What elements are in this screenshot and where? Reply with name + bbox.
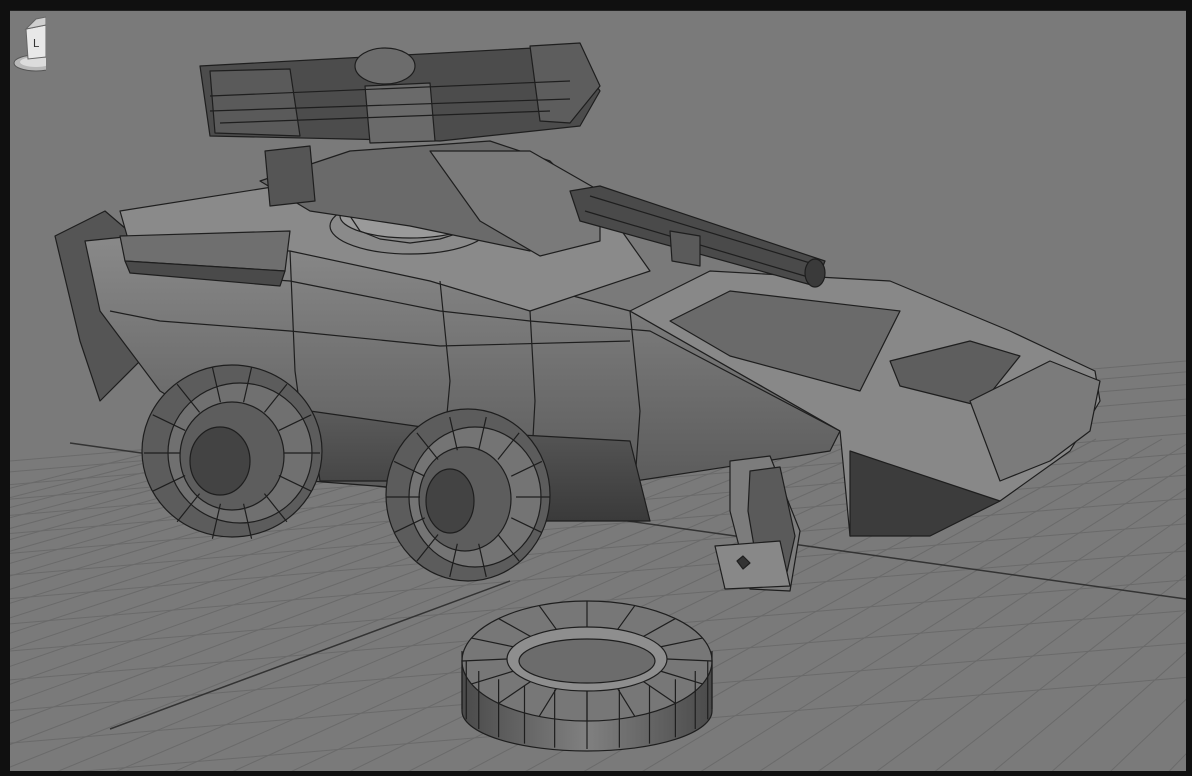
app-window: L — [0, 0, 1192, 776]
grid-line — [1168, 753, 1186, 771]
loose-tire-mesh[interactable] — [461, 600, 713, 752]
middle-wheel-mesh[interactable] — [385, 408, 551, 582]
front-wheel-mesh[interactable] — [141, 364, 323, 539]
viewcube-face-label: L — [33, 37, 40, 50]
grid-line — [1110, 698, 1186, 771]
perspective-viewport[interactable]: L — [10, 10, 1186, 771]
grid-axis-line — [109, 580, 511, 730]
scene-canvas[interactable] — [10, 11, 1186, 771]
viewcube[interactable]: L — [10, 11, 46, 75]
